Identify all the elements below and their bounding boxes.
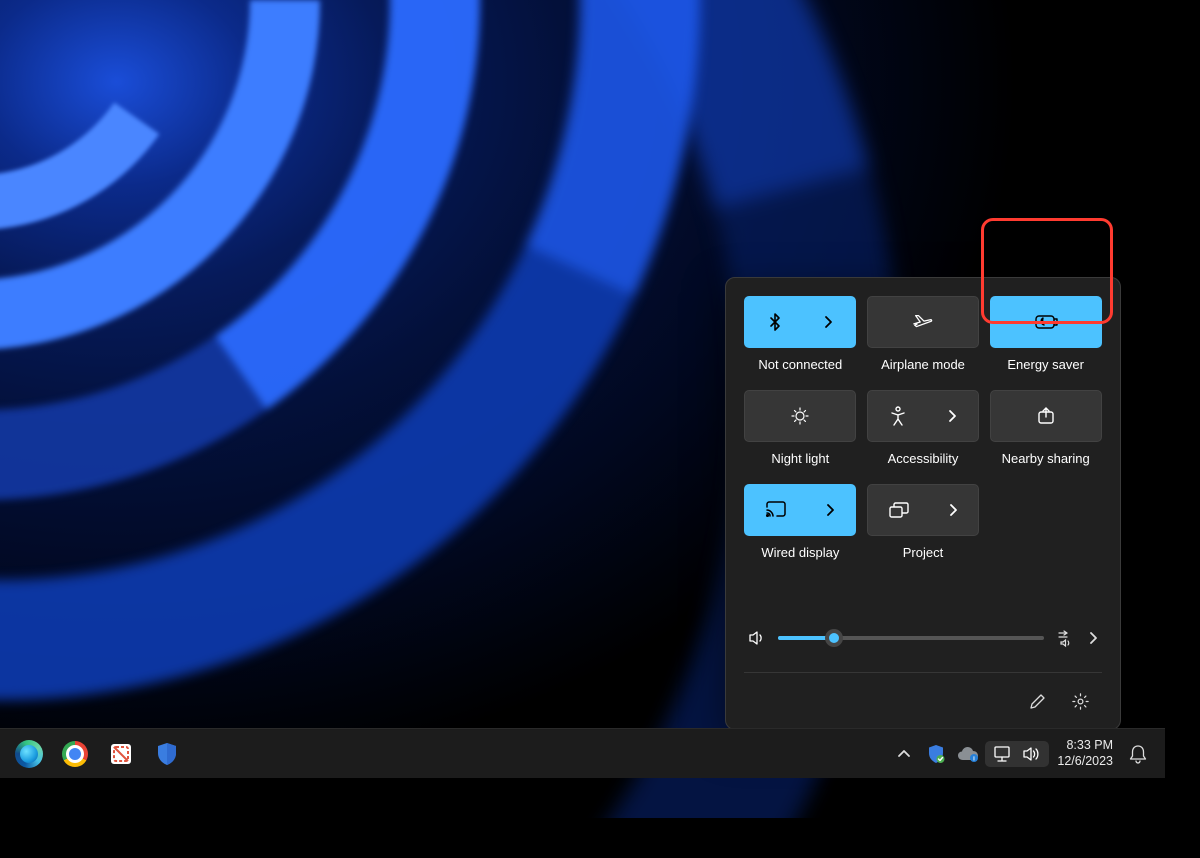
- audio-output-icon[interactable]: [1056, 628, 1076, 648]
- windows-security-icon[interactable]: [146, 733, 188, 775]
- accessibility-button[interactable]: [867, 390, 979, 442]
- nearby-sharing-icon: [1036, 406, 1056, 426]
- volume-row: [744, 622, 1102, 654]
- tile-night-light: Night light: [744, 390, 857, 466]
- taskbar-clock[interactable]: 8:33 PM 12/6/2023: [1051, 738, 1119, 769]
- nearby-sharing-label: Nearby sharing: [1002, 451, 1090, 466]
- volume-slider[interactable]: [778, 636, 1044, 640]
- airplane-label: Airplane mode: [881, 357, 965, 372]
- energy-saver-icon: [1033, 313, 1059, 331]
- tray-overflow-button[interactable]: [889, 733, 919, 775]
- energy-saver-label: Energy saver: [1007, 357, 1084, 372]
- project-button[interactable]: [867, 484, 979, 536]
- airplane-mode-button[interactable]: [867, 296, 979, 348]
- network-volume-tray[interactable]: [985, 741, 1049, 767]
- notifications-button[interactable]: [1121, 733, 1155, 775]
- bluetooth-label: Not connected: [758, 357, 842, 372]
- clock-time: 8:33 PM: [1066, 738, 1113, 754]
- tile-project: Project: [867, 484, 980, 560]
- chevron-right-icon: [823, 315, 833, 329]
- settings-button[interactable]: [1062, 683, 1098, 719]
- taskbar-right: i: [889, 733, 1155, 775]
- quick-settings-grid: Not connected Airplane mode: [744, 296, 1102, 572]
- windows-security-tray-icon[interactable]: [921, 733, 951, 775]
- chrome-app-icon[interactable]: [54, 733, 96, 775]
- edit-quick-settings-button[interactable]: [1020, 683, 1056, 719]
- accessibility-icon: [889, 406, 907, 426]
- nearby-sharing-button[interactable]: [990, 390, 1102, 442]
- taskbar: i: [0, 728, 1165, 778]
- chevron-right-icon: [825, 503, 835, 517]
- tile-wired-display: Wired display: [744, 484, 857, 560]
- clock-date: 12/6/2023: [1057, 754, 1113, 770]
- cast-icon: [765, 501, 787, 519]
- taskbar-left: [8, 733, 188, 775]
- night-light-button[interactable]: [744, 390, 856, 442]
- energy-saver-button[interactable]: [990, 296, 1102, 348]
- chevron-right-icon[interactable]: [1088, 631, 1098, 645]
- tile-accessibility: Accessibility: [867, 390, 980, 466]
- edge-app-icon[interactable]: [8, 733, 50, 775]
- chevron-right-icon: [947, 409, 957, 423]
- wired-display-label: Wired display: [761, 545, 839, 560]
- project-label: Project: [903, 545, 943, 560]
- chevron-right-icon: [948, 503, 958, 517]
- system-tray: i: [889, 733, 1155, 775]
- snipping-tool-icon[interactable]: [100, 733, 142, 775]
- quick-settings-panel: Not connected Airplane mode: [725, 277, 1121, 730]
- network-icon: [993, 745, 1012, 763]
- tile-nearby-sharing: Nearby sharing: [989, 390, 1102, 466]
- wired-display-button[interactable]: [744, 484, 856, 536]
- onedrive-tray-icon[interactable]: i: [953, 733, 983, 775]
- quick-settings-footer: [744, 672, 1102, 729]
- tile-bluetooth: Not connected: [744, 296, 857, 372]
- desktop-wallpaper[interactable]: Evaluation copy. Build 26002.rs_prerelea…: [0, 0, 1165, 818]
- tile-energy-saver: Energy saver: [989, 296, 1102, 372]
- night-light-icon: [790, 406, 810, 426]
- bluetooth-icon: [767, 312, 783, 332]
- tile-airplane: Airplane mode: [867, 296, 980, 372]
- volume-icon: [1022, 745, 1041, 763]
- speaker-low-icon[interactable]: [748, 629, 766, 647]
- night-light-label: Night light: [771, 451, 829, 466]
- bluetooth-button[interactable]: [744, 296, 856, 348]
- project-icon: [888, 501, 910, 519]
- airplane-icon: [912, 311, 934, 333]
- accessibility-label: Accessibility: [888, 451, 959, 466]
